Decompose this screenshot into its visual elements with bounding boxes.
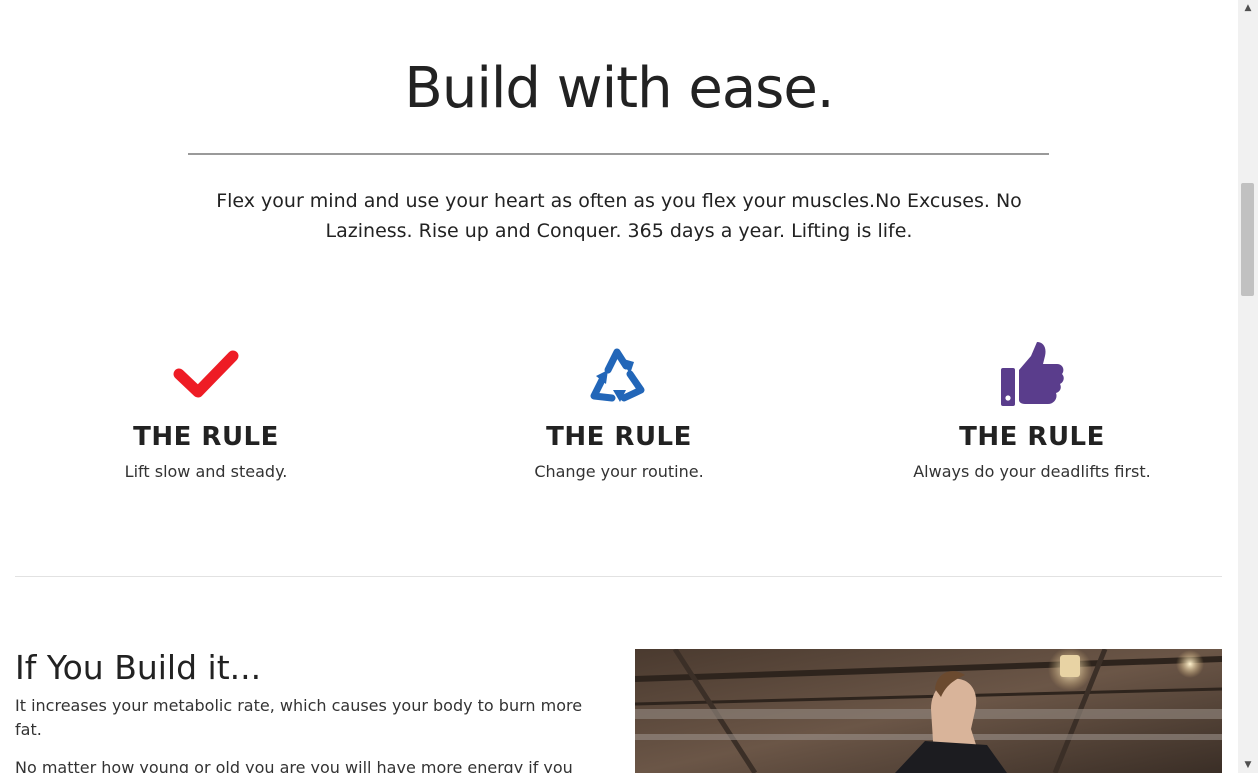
recycle-icon	[590, 348, 645, 402]
feature-title: THE RULE	[133, 422, 279, 452]
about-paragraph: It increases your metabolic rate, which …	[15, 696, 583, 739]
scroll-up-arrow-icon[interactable]: ▲	[1238, 0, 1258, 16]
about-title: If You Build it...	[15, 648, 262, 687]
feature-text: Lift slow and steady.	[124, 462, 288, 481]
feature-card-1: THE RULE Lift slow and steady.	[56, 340, 356, 481]
hero-text: Flex your mind and use your heart as oft…	[216, 190, 1022, 242]
feature-title: THE RULE	[959, 422, 1105, 452]
features-section: THE RULE Lift slow and steady. THE RULE …	[0, 340, 1238, 500]
feature-text: Always do your deadlifts first.	[913, 462, 1151, 481]
feature-card-3: THE RULE Always do your deadlifts first.	[882, 340, 1182, 481]
scroll-down-arrow-icon[interactable]: ▼	[1238, 757, 1258, 773]
scrollbar-thumb[interactable]	[1241, 183, 1254, 296]
check-icon	[173, 350, 239, 398]
hero-divider	[188, 153, 1049, 155]
feature-card-2: THE RULE Change your routine.	[469, 340, 769, 481]
about-paragraph: No matter how young or old you are you w…	[15, 758, 573, 773]
gym-photo	[635, 649, 1222, 773]
feature-text: Change your routine.	[534, 462, 704, 481]
page: Build with ease. Flex your mind and use …	[0, 0, 1238, 773]
vertical-scrollbar[interactable]: ▲ ▼	[1238, 0, 1258, 773]
section-divider	[15, 576, 1222, 577]
thumbs-up-icon	[1001, 342, 1064, 406]
feature-title: THE RULE	[546, 422, 692, 452]
hero-title: Build with ease.	[404, 56, 834, 121]
gym-photo-image	[635, 649, 1222, 773]
